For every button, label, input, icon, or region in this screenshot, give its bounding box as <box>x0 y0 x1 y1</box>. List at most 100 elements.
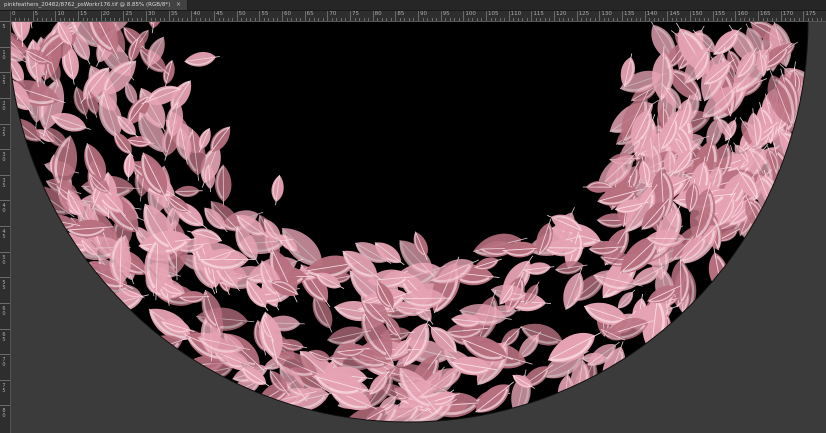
ruler-label: 20 <box>102 11 110 17</box>
ruler-tick <box>504 18 506 21</box>
ruler-tick <box>798 18 800 21</box>
ruler-tick <box>19 18 21 21</box>
ruler-tick <box>0 354 10 356</box>
ruler-tick <box>300 18 302 21</box>
ruler-tick <box>277 18 279 21</box>
ruler-tick <box>159 18 161 21</box>
ruler-tick <box>0 200 10 202</box>
ruler-tick <box>286 18 288 21</box>
ruler-tick <box>309 18 311 21</box>
ruler-tick <box>408 18 410 21</box>
ruler-tick <box>803 11 805 21</box>
ruler-tick <box>667 11 669 21</box>
ruler-tick <box>617 18 619 21</box>
ruler-label: 30 <box>2 152 6 164</box>
ruler-tick <box>0 97 10 99</box>
ruler-label: 160 <box>737 11 748 17</box>
ruler-label: 15 <box>80 11 87 17</box>
ruler-tick <box>422 18 424 21</box>
ruler-tick <box>730 18 732 21</box>
ruler-label: 5 <box>34 11 39 17</box>
ruler-label: 120 <box>556 11 567 17</box>
ruler-tick <box>739 18 741 21</box>
ruler-tick <box>0 405 10 407</box>
ruler-label: 0 <box>12 11 16 17</box>
ruler-label: 105 <box>488 11 499 17</box>
ruler-tick <box>350 11 351 21</box>
document-canvas[interactable] <box>11 22 826 433</box>
ruler-tick <box>182 18 184 21</box>
ruler-tick <box>703 18 705 21</box>
ruler-tick <box>526 18 528 21</box>
horizontal-ruler[interactable]: 0 5 10 15 20 25 30 35 40 45 50 55 60 65 70 75 80 85 90 95 10… <box>10 11 826 22</box>
ruler-tick <box>227 18 229 21</box>
ruler-tick <box>354 18 356 21</box>
ruler-tick <box>785 18 787 21</box>
ruler-tick <box>127 18 129 21</box>
ruler-label: 25 <box>2 126 6 138</box>
ruler-label: 125 <box>578 11 590 17</box>
ruler-label: 20 <box>2 100 6 112</box>
ruler-tick <box>631 18 633 21</box>
vertical-ruler[interactable]: 5 10 15 20 25 30 35 40 45 50 55 60 65 70 75 80 <box>0 11 11 433</box>
ruler-tick <box>653 18 655 21</box>
ruler-label: 145 <box>669 11 680 17</box>
ruler-label: 15 <box>2 75 6 87</box>
ruler-tick <box>91 18 93 21</box>
ruler-tick <box>395 11 397 21</box>
ruler-tick <box>0 46 10 48</box>
ruler-label: 100 <box>465 11 476 17</box>
ruler-tick <box>572 18 574 21</box>
ruler-tick <box>640 18 642 21</box>
document-tab-title: pinkfeathers_20482/8762_psWorkr176.tif @… <box>4 2 171 8</box>
ruler-tick <box>268 18 270 21</box>
ruler-label: 5 <box>2 24 6 30</box>
ruler-label: 40 <box>193 11 201 17</box>
ruler-tick <box>726 18 728 21</box>
ruler-tick <box>336 18 338 21</box>
ruler-tick <box>708 18 710 21</box>
ruler-tick <box>381 18 383 21</box>
ruler-tick <box>232 18 234 21</box>
ruler-tick <box>399 18 401 21</box>
ruler-tick <box>671 18 673 21</box>
ruler-tick <box>96 18 98 21</box>
ruler-tick <box>68 18 70 21</box>
ruler-tick <box>363 18 365 21</box>
ruler-tick <box>635 18 637 21</box>
ruler-label: 155 <box>714 11 726 17</box>
ruler-tick <box>748 18 750 21</box>
ruler-tick <box>295 18 297 21</box>
ruler-label: 25 <box>125 11 133 17</box>
document-tab[interactable]: pinkfeathers_20482/8762_psWorkr176.tif @… <box>0 0 189 10</box>
ruler-tick <box>767 18 769 21</box>
close-icon[interactable]: × <box>176 0 181 10</box>
ruler-tick <box>771 18 773 21</box>
ruler-tick <box>0 72 10 74</box>
ruler-tick <box>794 18 796 21</box>
ruler-label: 170 <box>782 11 794 17</box>
ruler-tick <box>146 11 147 21</box>
ruler-tick <box>517 18 519 21</box>
ruler-tick <box>649 18 651 21</box>
ruler-label: 110 <box>510 11 522 17</box>
ruler-tick <box>186 18 188 21</box>
ruler-tick <box>585 18 587 21</box>
ruler-label: 80 <box>374 11 382 17</box>
ruler-tick <box>608 18 610 21</box>
ruler-tick <box>132 18 134 21</box>
ruler-tick <box>535 18 537 21</box>
ruler-tick <box>55 11 57 21</box>
ruler-tick <box>322 18 324 21</box>
ruler-label: 165 <box>760 11 771 17</box>
ruler-tick <box>0 379 10 381</box>
ruler-tick <box>32 11 34 21</box>
ruler-label: 55 <box>2 280 6 292</box>
ruler-tick <box>37 18 39 21</box>
ruler-tick <box>0 226 10 227</box>
ruler-tick <box>223 18 225 21</box>
ruler-tick <box>23 18 25 21</box>
ruler-tick <box>313 18 315 21</box>
ruler-tick <box>250 18 252 21</box>
ruler-tick <box>712 11 714 21</box>
